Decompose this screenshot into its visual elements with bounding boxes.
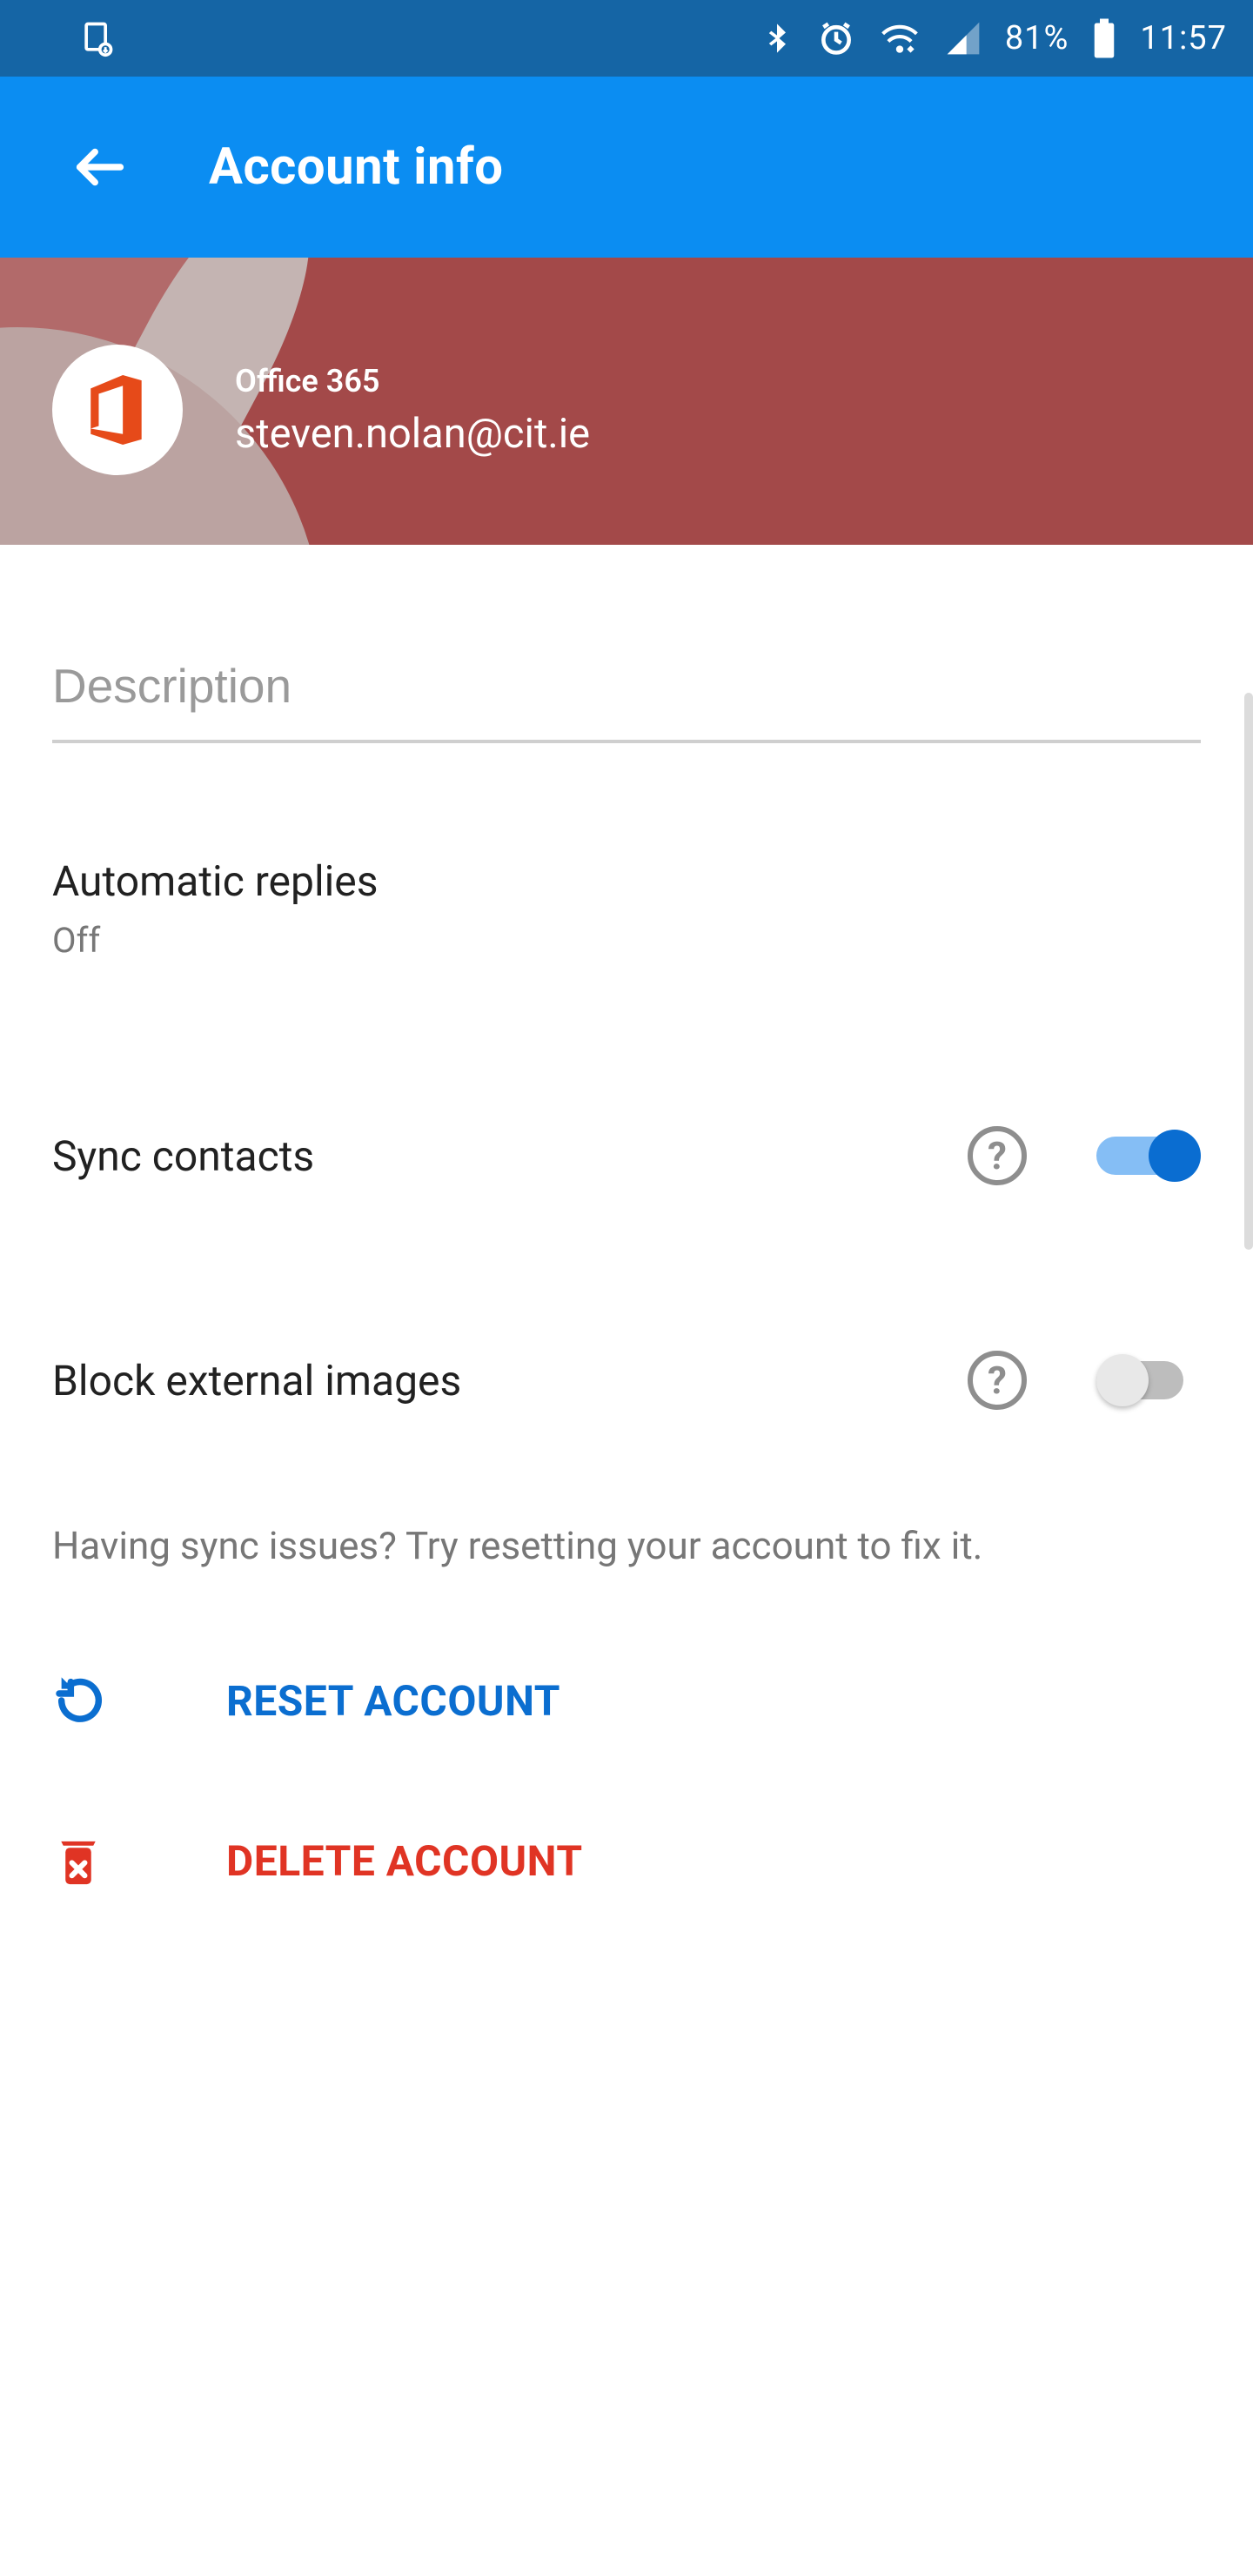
help-icon[interactable]: ?	[968, 1351, 1027, 1410]
help-icon[interactable]: ?	[968, 1126, 1027, 1185]
status-left-group	[78, 19, 117, 57]
sync-hint-text: Having sync issues? Try resetting your a…	[52, 1410, 1201, 1568]
avatar	[52, 345, 183, 475]
clock-text: 11:57	[1140, 19, 1227, 57]
wifi-icon	[878, 17, 921, 60]
sync-contacts-item: Sync contacts ?	[52, 961, 1201, 1185]
back-button[interactable]	[52, 119, 148, 215]
description-input[interactable]	[52, 658, 1201, 743]
account-row: Office 365 steven.nolan@cit.ie	[52, 345, 590, 475]
block-external-images-item: Block external images ?	[52, 1185, 1201, 1410]
email-label: steven.nolan@cit.ie	[235, 410, 590, 458]
app-bar: Account info	[0, 77, 1253, 258]
battery-percent: 81%	[1005, 19, 1069, 57]
arrow-left-icon	[70, 137, 131, 198]
sync-contacts-toggle[interactable]	[1096, 1130, 1201, 1182]
system-statusbar: 81% 11:57	[0, 0, 1253, 77]
automatic-replies-label: Automatic replies	[52, 856, 1201, 906]
alarm-icon	[817, 19, 855, 57]
scroll-indicator	[1244, 693, 1253, 1250]
account-header: Office 365 steven.nolan@cit.ie	[0, 258, 1253, 545]
automatic-replies-value: Off	[52, 920, 1201, 961]
status-right-group: 81% 11:57	[760, 17, 1227, 60]
doc-download-icon	[78, 19, 117, 57]
reset-account-label: RESET ACCOUNT	[226, 1676, 560, 1726]
provider-label: Office 365	[235, 363, 590, 399]
description-field-wrap	[52, 658, 1201, 743]
delete-account-button[interactable]: DELETE ACCOUNT	[52, 1728, 1201, 1888]
automatic-replies-item[interactable]: Automatic replies Off	[52, 743, 1201, 961]
bluetooth-icon	[760, 21, 794, 56]
battery-icon	[1091, 18, 1117, 58]
account-text: Office 365 steven.nolan@cit.ie	[235, 363, 590, 458]
sync-contacts-label: Sync contacts	[52, 1131, 968, 1181]
block-external-images-label: Block external images	[52, 1356, 968, 1405]
settings-content: Automatic replies Off Sync contacts ? Bl…	[0, 658, 1253, 1888]
delete-account-label: DELETE ACCOUNT	[226, 1836, 583, 1886]
signal-icon	[944, 19, 982, 57]
office-icon	[84, 375, 151, 445]
trash-icon	[52, 1833, 157, 1888]
reset-account-button[interactable]: RESET ACCOUNT	[52, 1568, 1201, 1728]
page-title: Account info	[209, 138, 504, 197]
block-external-images-toggle[interactable]	[1096, 1354, 1201, 1406]
reset-icon	[52, 1673, 157, 1728]
